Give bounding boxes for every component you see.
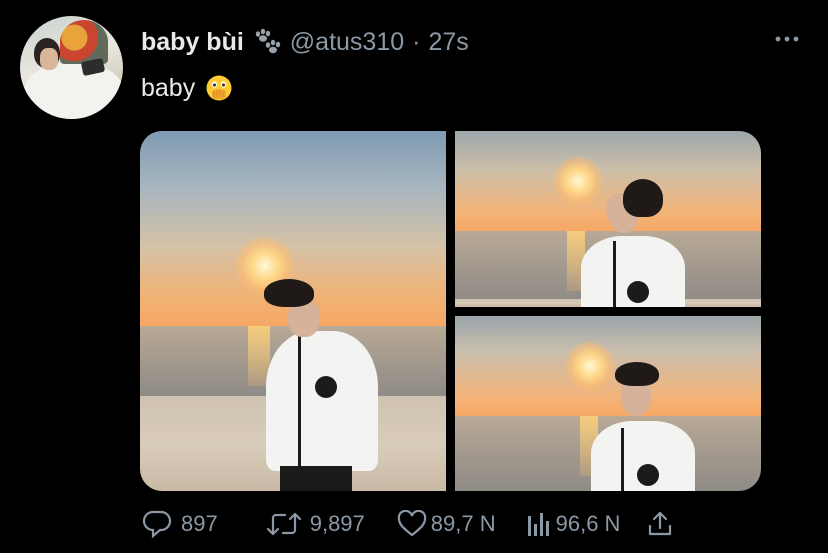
like-button[interactable]: 89,7 N xyxy=(397,510,496,538)
avatar[interactable] xyxy=(20,16,123,119)
share-button[interactable] xyxy=(646,510,674,538)
tweet-photo-3[interactable] xyxy=(455,316,761,491)
retweet-count: 9,897 xyxy=(309,511,365,536)
like-count: 89,7 N xyxy=(430,511,496,536)
reply-button[interactable]: 897 xyxy=(141,509,218,539)
reply-count: 897 xyxy=(181,511,218,536)
retweet-button[interactable]: 9,897 xyxy=(266,510,365,538)
tweet-header: baby bùi @atus310 · 27s xyxy=(141,24,469,60)
face-with-open-eyes-and-hand-over-mouth-emoji xyxy=(205,74,233,102)
views-count: 96,6 N xyxy=(555,511,621,536)
user-handle[interactable]: @atus310 xyxy=(290,28,404,57)
media-grid xyxy=(140,131,761,491)
share-icon xyxy=(646,510,674,538)
views-icon xyxy=(526,510,552,538)
paw-prints-icon xyxy=(252,28,282,56)
like-icon xyxy=(397,510,427,538)
reply-icon xyxy=(141,509,173,539)
tweet-photo-1[interactable] xyxy=(140,131,446,491)
tweet-photo-2[interactable] xyxy=(455,131,761,307)
tweet-text: baby xyxy=(141,72,233,104)
display-name[interactable]: baby bùi xyxy=(141,28,244,57)
separator-dot: · xyxy=(412,27,421,56)
tweet-body: baby xyxy=(141,73,196,102)
retweet-icon xyxy=(266,510,302,538)
tweet-actions: 897 9,897 89,7 N 96,6 N xyxy=(141,506,674,542)
views-button[interactable]: 96,6 N xyxy=(526,510,621,538)
timestamp[interactable]: 27s xyxy=(428,28,468,57)
more-options-icon[interactable] xyxy=(772,24,802,54)
